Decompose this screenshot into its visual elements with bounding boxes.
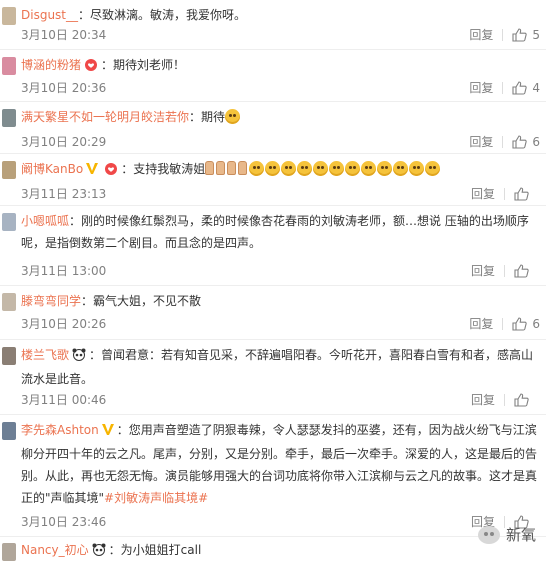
comment-username[interactable]: 博涵的粉猪 [21, 58, 81, 72]
emoji-icon [281, 161, 297, 176]
reply-button[interactable]: 回复 [471, 186, 495, 202]
like-button[interactable]: 5 [512, 27, 540, 43]
thumbs-up-emoji-icon [227, 161, 237, 175]
comment-username[interactable]: Nancy_初心 [21, 543, 89, 557]
emoji-icon [329, 161, 345, 176]
comment-item: 博涵的粉猪 ：期待刘老师！ 3月10日 20:36 回复 4 [0, 50, 546, 102]
reply-button[interactable]: 回复 [469, 316, 493, 332]
like-button[interactable]: 6 [512, 316, 540, 332]
emoji-icon [345, 161, 361, 176]
reply-button[interactable]: 回复 [469, 27, 493, 43]
like-button[interactable] [514, 393, 540, 407]
comment-time: 3月11日 00:46 [21, 393, 107, 407]
chat-bubble-icon [477, 525, 500, 544]
comment-time: 3月11日 23:13 [21, 187, 107, 201]
panda-badge-icon [91, 541, 107, 563]
thumbs-up-icon [512, 81, 528, 95]
like-button[interactable] [514, 264, 540, 278]
emoji-icon [393, 161, 409, 176]
reply-button[interactable]: 回复 [469, 80, 493, 96]
like-count: 6 [532, 317, 540, 331]
comment-time: 3月11日 13:00 [21, 264, 107, 278]
thumbs-up-emoji-icon [205, 161, 215, 175]
emoji-icon [313, 161, 329, 176]
comment-username[interactable]: 小嗯呱呱 [21, 214, 69, 228]
comment-item: 小嗯呱呱：刚的时候像红鬃烈马，柔的时候像杏花春雨的刘敏涛老师，额…想说 压轴的出… [0, 206, 546, 286]
thumbs-up-icon [514, 264, 529, 278]
comment-item: Disgust__：尽致淋漓。敏涛，我爱你呀。 3月10日 20:34 回复 5 [0, 0, 546, 50]
avatar[interactable] [2, 213, 16, 231]
comment-text: 霸气大姐，不见不散 [93, 294, 202, 308]
avatar[interactable] [2, 543, 16, 561]
thumbs-up-emoji-icon [216, 161, 226, 175]
watermark-text: 新氧 [505, 526, 536, 544]
vip-badge-icon [85, 160, 99, 182]
like-count: 6 [532, 135, 540, 149]
reply-button[interactable]: 回复 [471, 392, 495, 408]
avatar[interactable] [2, 109, 16, 127]
avatar[interactable] [2, 7, 16, 25]
comment-item: 阚博KanBo ：支持我敏涛姐 3月11日 23:13 回复 [0, 154, 546, 206]
avatar[interactable] [2, 57, 16, 75]
comment-item: Nancy_初心 ：为小姐姐打call [0, 537, 546, 563]
comment-username[interactable]: Disgust__ [21, 8, 78, 22]
avatar[interactable] [2, 161, 16, 179]
thumbs-up-icon [514, 393, 529, 407]
comment-item: 楼兰飞歌 ：曾闻君意：若有知音见采，不辞遍唱阳春。今听花开，喜阳春白雪有和者，感高… [0, 340, 546, 415]
reply-button[interactable]: 回复 [469, 134, 493, 150]
thumbs-up-icon [512, 317, 528, 331]
emoji-icon [225, 109, 241, 124]
emoji-icon [297, 161, 313, 176]
comment-username[interactable]: 阚博KanBo [21, 162, 83, 176]
comment-time: 3月10日 20:26 [21, 317, 107, 331]
emoji-icon [377, 161, 393, 176]
comment-text: 期待刘老师！ [113, 58, 186, 72]
comment-item: 李先森Ashton ：您用声音塑造了阴狠毒辣，令人瑟瑟发抖的巫婆，还有，因为战火纷… [0, 415, 546, 537]
comment-username[interactable]: 李先森Ashton [21, 423, 99, 437]
thumbs-up-icon [514, 187, 529, 201]
comment-time: 3月10日 20:36 [21, 81, 107, 95]
panda-badge-icon [71, 346, 87, 368]
comment-text: 刚的时候像红鬃烈马，柔的时候像杏花春雨的刘敏涛老师，额…想说 压轴的出场顺序呢，… [21, 214, 529, 250]
comment-text: 期待 [201, 110, 226, 124]
hashtag-link[interactable]: #刘敏涛声临其境# [104, 491, 208, 505]
comment-text: 为小姐姐打call [120, 543, 202, 557]
emoji-icon [249, 161, 265, 176]
avatar[interactable] [2, 347, 16, 365]
emoji-icon [361, 161, 377, 176]
like-count: 5 [532, 28, 540, 42]
comment-time: 3月10日 20:34 [21, 28, 107, 42]
watermark: 新氧 [477, 524, 536, 545]
comment-username[interactable]: 满天繁星不如一轮明月皎洁若你 [21, 110, 189, 124]
like-button[interactable]: 6 [512, 134, 540, 150]
heart-badge-icon [83, 56, 99, 78]
like-button[interactable] [514, 187, 540, 201]
comment-item: 满天繁星不如一轮明月皎洁若你：期待 3月10日 20:29 回复 6 [0, 102, 546, 154]
comment-text: 支持我敏涛姐 [133, 162, 206, 176]
avatar[interactable] [2, 293, 16, 311]
comment-time: 3月10日 20:29 [21, 135, 107, 149]
avatar[interactable] [2, 422, 16, 440]
heart-badge-icon [103, 160, 119, 182]
vip-badge-icon [101, 421, 115, 443]
emoji-icon [425, 161, 441, 176]
reply-button[interactable]: 回复 [471, 263, 495, 279]
emoji-icon [265, 161, 281, 176]
comment-text: 尽致淋漓。敏涛，我爱你呀。 [90, 8, 247, 22]
like-button[interactable]: 4 [512, 80, 540, 96]
like-count: 4 [532, 81, 540, 95]
comment-item: 滕弯弯同学：霸气大姐，不见不散 3月10日 20:26 回复 6 [0, 286, 546, 340]
comment-username[interactable]: 滕弯弯同学 [21, 294, 81, 308]
comment-username[interactable]: 楼兰飞歌 [21, 348, 69, 362]
thumbs-up-icon [512, 135, 528, 149]
thumbs-up-emoji-icon [238, 161, 248, 175]
emoji-icon [409, 161, 425, 176]
thumbs-up-icon [512, 28, 528, 42]
comment-time: 3月10日 23:46 [21, 515, 107, 529]
